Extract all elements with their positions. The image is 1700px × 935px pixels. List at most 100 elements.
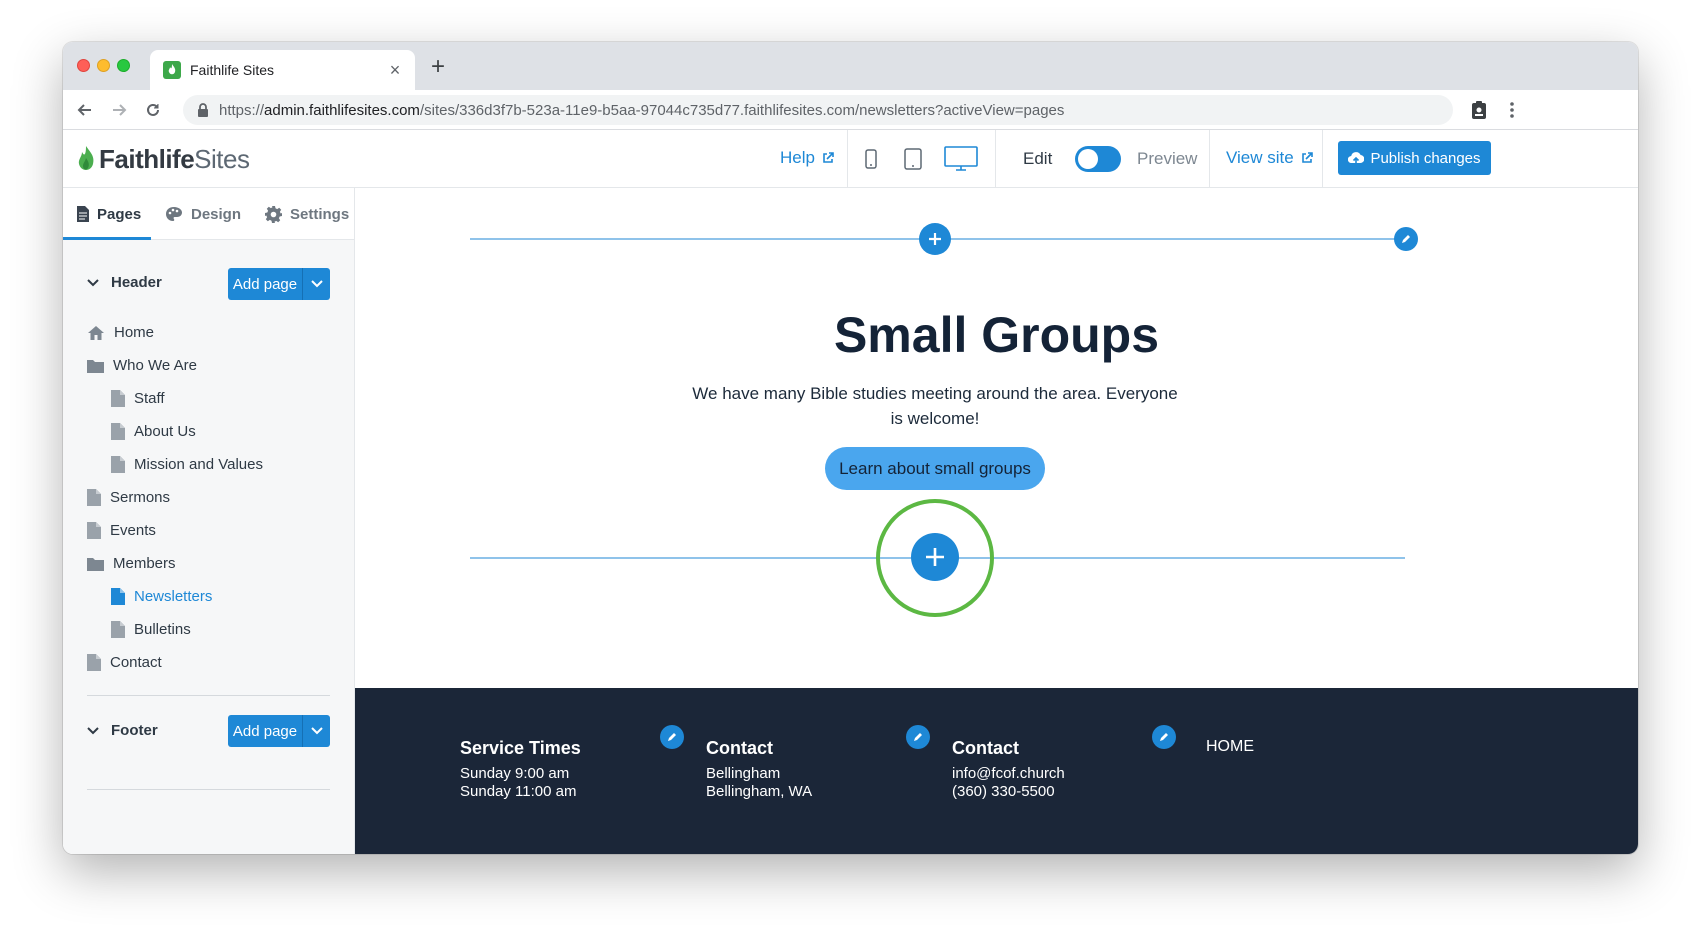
- edit-footer-column-2-button[interactable]: [906, 725, 930, 749]
- header-add-page-dropdown[interactable]: [302, 268, 330, 300]
- footer-nav-home-link[interactable]: HOME: [1206, 738, 1254, 756]
- tab-design[interactable]: Design: [165, 188, 241, 240]
- footer-column-service-times[interactable]: Service Times Sunday 9:00 am Sunday 11:0…: [460, 738, 581, 801]
- home-icon: [88, 325, 104, 340]
- pencil-icon: [914, 733, 922, 741]
- sidebar-tabs: Pages Design Settings: [63, 188, 354, 240]
- section-title[interactable]: Small Groups: [355, 306, 1638, 364]
- close-window-button[interactable]: [77, 59, 90, 72]
- page-item-mission-and-values[interactable]: Mission and Values: [111, 456, 263, 473]
- footer-add-page-button[interactable]: Add page: [228, 715, 302, 747]
- browser-menu-icon[interactable]: [1503, 99, 1521, 121]
- page-icon: [77, 206, 89, 222]
- browser-tab-bar: Faithlife Sites × +: [63, 42, 1638, 90]
- edit-label: Edit: [1023, 149, 1053, 168]
- plus-icon: [929, 233, 941, 245]
- forward-arrow-icon[interactable]: [107, 98, 131, 122]
- page-canvas: Small Groups We have many Bible studies …: [355, 188, 1638, 854]
- address-bar[interactable]: https://admin.faithlifesites.com/sites/3…: [183, 95, 1453, 125]
- page-icon: [111, 456, 125, 473]
- browser-tab[interactable]: Faithlife Sites ×: [150, 50, 415, 90]
- pencil-icon: [1160, 733, 1168, 741]
- view-site-link[interactable]: View site: [1226, 148, 1313, 168]
- tab-pages[interactable]: Pages: [77, 188, 141, 240]
- section-divider: [87, 789, 330, 790]
- folder-icon: [87, 359, 104, 373]
- header-add-page-group: Add page: [228, 268, 330, 300]
- page-item-events[interactable]: Events: [87, 522, 156, 539]
- footer-section-toggle[interactable]: Footer: [87, 722, 158, 739]
- header-section-toggle[interactable]: Header: [87, 274, 162, 291]
- tab-settings[interactable]: Settings: [265, 188, 349, 240]
- reload-icon[interactable]: [141, 98, 165, 122]
- chevron-down-icon: [87, 278, 99, 286]
- desktop-view-icon[interactable]: [943, 130, 979, 188]
- page-icon: [87, 654, 101, 671]
- page-item-staff[interactable]: Staff: [111, 390, 165, 407]
- lock-icon: [198, 103, 208, 117]
- browser-window: Faithlife Sites × + https://admin.faithl…: [63, 42, 1638, 854]
- help-link[interactable]: Help: [780, 148, 834, 168]
- page-icon: [111, 588, 125, 605]
- footer-column-contact-2[interactable]: Contact info@fcof.church (360) 330-5500: [952, 738, 1065, 801]
- gear-icon: [265, 205, 282, 223]
- page-item-contact[interactable]: Contact: [87, 654, 162, 671]
- page-item-sermons[interactable]: Sermons: [87, 489, 170, 506]
- external-link-icon: [823, 152, 834, 163]
- url-text: https://admin.faithlifesites.com/sites/3…: [219, 101, 1065, 119]
- tab-title: Faithlife Sites: [190, 62, 275, 78]
- flame-logo-icon: [78, 145, 94, 170]
- learn-small-groups-button[interactable]: Learn about small groups: [825, 447, 1045, 490]
- page-icon: [111, 423, 125, 440]
- publish-label: Publish changes: [1370, 149, 1481, 167]
- faithlife-favicon-icon: [163, 61, 181, 79]
- edit-footer-column-1-button[interactable]: [660, 725, 684, 749]
- active-tab-indicator: [63, 237, 151, 240]
- footer-section-title: Footer: [111, 722, 158, 739]
- page-item-members[interactable]: Members: [87, 555, 176, 572]
- new-tab-button[interactable]: +: [426, 55, 450, 79]
- plus-icon: [926, 548, 944, 566]
- section-description[interactable]: We have many Bible studies meeting aroun…: [690, 381, 1180, 431]
- preview-label: Preview: [1137, 149, 1198, 168]
- header-add-page-button[interactable]: Add page: [228, 268, 302, 300]
- minimize-window-button[interactable]: [97, 59, 110, 72]
- publish-changes-button[interactable]: Publish changes: [1338, 141, 1491, 175]
- pencil-icon: [1402, 235, 1410, 243]
- help-label: Help: [780, 148, 815, 167]
- faithlife-sites-logo[interactable]: FaithlifeSites: [77, 144, 250, 175]
- tab-close-icon[interactable]: ×: [385, 60, 405, 80]
- page-item-who-we-are[interactable]: Who We Are: [87, 357, 197, 374]
- page-item-home[interactable]: Home: [87, 324, 154, 341]
- footer-column-contact-1[interactable]: Contact Bellingham Bellingham, WA: [706, 738, 812, 801]
- page-icon: [87, 522, 101, 539]
- mobile-view-icon[interactable]: [859, 130, 883, 188]
- footer-add-page-group: Add page: [228, 715, 330, 747]
- app: FaithlifeSites Help Edit Preview View si…: [63, 130, 1638, 854]
- sidebar: Pages Design Settings Header Add page Ho…: [63, 188, 355, 854]
- chevron-down-icon: [310, 727, 323, 735]
- external-link-icon: [1301, 152, 1313, 163]
- header-section-title: Header: [111, 274, 162, 291]
- page-item-bulletins[interactable]: Bulletins: [111, 621, 191, 638]
- add-section-button[interactable]: [911, 533, 959, 581]
- page-item-newsletters[interactable]: Newsletters: [111, 588, 212, 605]
- folder-icon: [87, 557, 104, 571]
- browser-toolbar: https://admin.faithlifesites.com/sites/3…: [63, 90, 1638, 130]
- site-footer: Service Times Sunday 9:00 am Sunday 11:0…: [355, 688, 1638, 854]
- cloud-upload-icon: [1348, 152, 1365, 164]
- extension-icon[interactable]: [1468, 99, 1490, 121]
- page-icon: [111, 621, 125, 638]
- maximize-window-button[interactable]: [117, 59, 130, 72]
- footer-add-page-dropdown[interactable]: [302, 715, 330, 747]
- chevron-down-icon: [87, 726, 99, 734]
- tablet-view-icon[interactable]: [899, 130, 927, 188]
- page-item-about-us[interactable]: About Us: [111, 423, 196, 440]
- edit-preview-toggle[interactable]: [1075, 146, 1121, 172]
- section-divider: [87, 695, 330, 696]
- back-arrow-icon[interactable]: [73, 98, 97, 122]
- edit-footer-column-3-button[interactable]: [1152, 725, 1176, 749]
- pencil-icon: [668, 733, 676, 741]
- edit-section-button[interactable]: [1394, 227, 1418, 251]
- add-section-top-button[interactable]: [919, 223, 951, 255]
